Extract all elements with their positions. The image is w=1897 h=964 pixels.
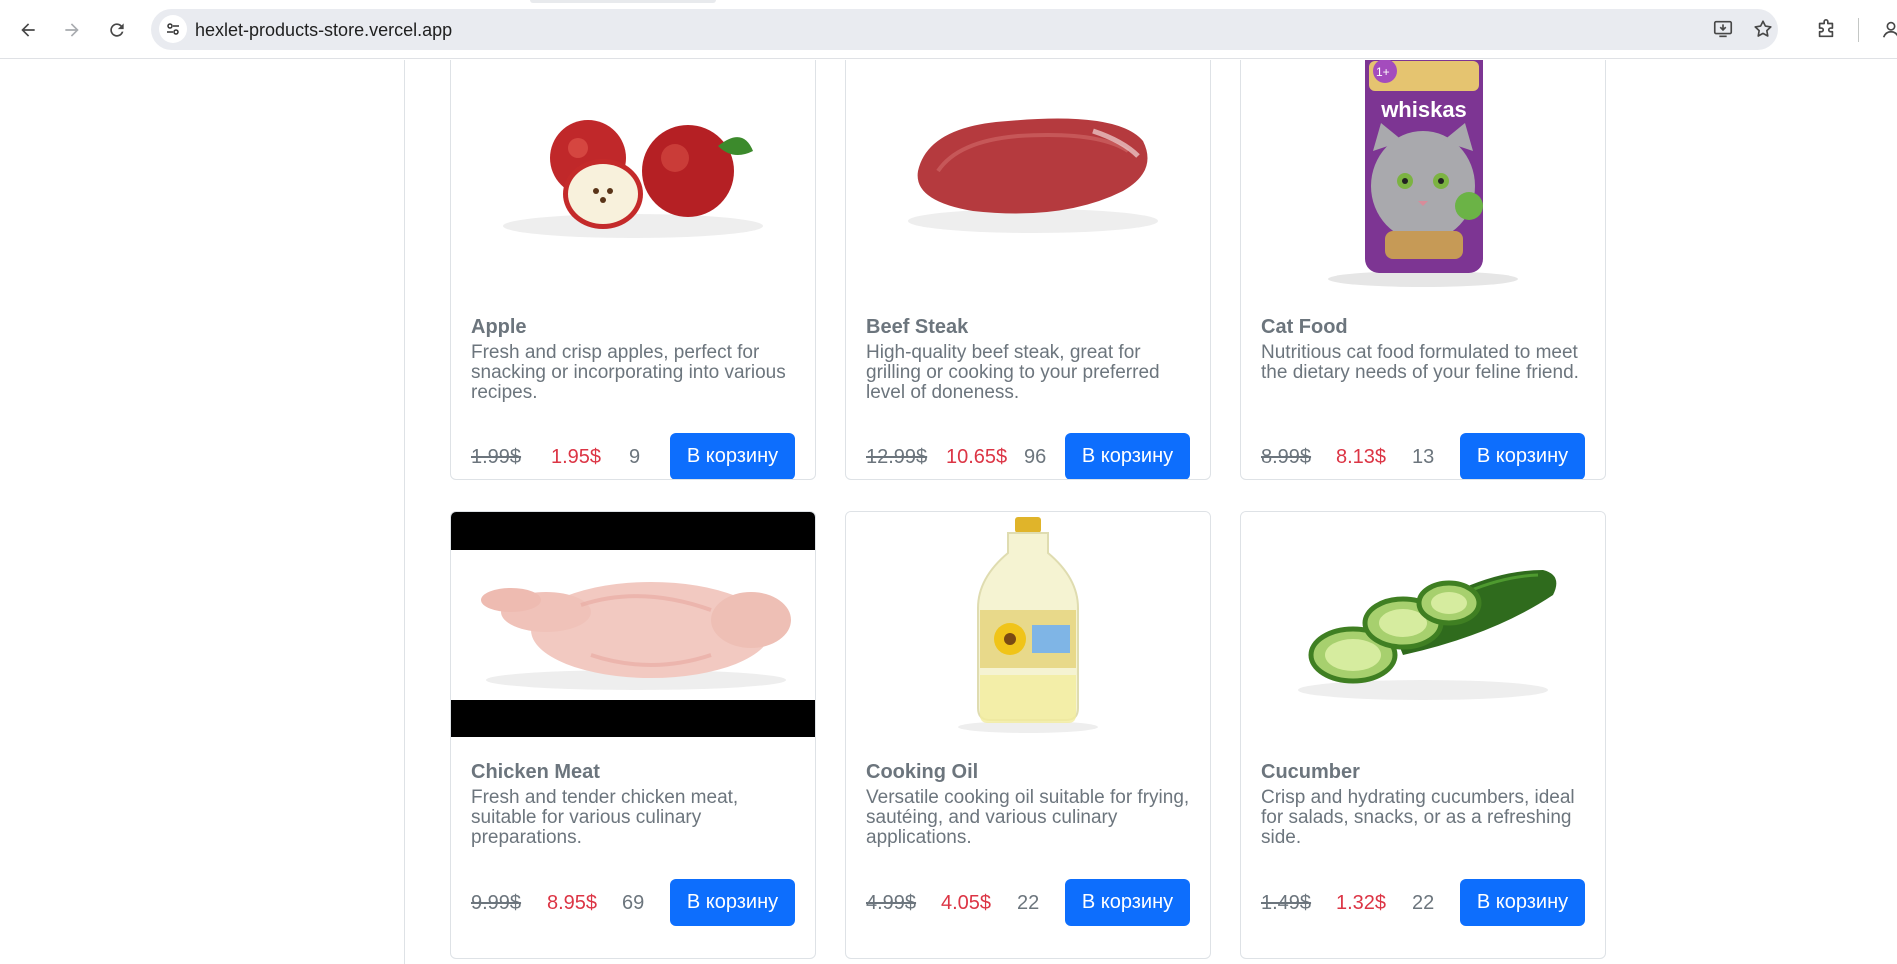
bookmark-button[interactable] [1751,17,1775,41]
old-price: 8.99$ [1261,446,1312,468]
old-price: 1.49$ [1261,892,1312,914]
product-name: Beef Steak [866,316,969,338]
star-icon [1754,20,1772,37]
stock-count: 22 [1017,892,1040,914]
brand-logo-text: whiskas [1380,97,1467,122]
beef-steak-image [908,118,1158,233]
install-app-button[interactable] [1711,17,1735,41]
svg-text:1+: 1+ [1376,65,1390,79]
toolbar-divider [1858,18,1859,42]
product-image-cucumber [1241,512,1605,737]
product-card-beef-steak: Beef Steak High-quality beef steak, grea… [845,60,1211,480]
stock-count: 13 [1412,446,1435,468]
reload-button[interactable] [101,14,133,46]
old-price: 1.99$ [471,446,522,468]
product-name: Apple [471,316,527,338]
chicken-meat-image [451,549,815,700]
old-price: 12.99$ [866,446,928,468]
product-image-chicken-meat [451,512,815,737]
profile-button[interactable] [1878,16,1897,42]
old-price: 4.99$ [866,892,917,914]
product-description: Versatile cooking oil suitable for fryin… [866,787,1190,848]
product-description: Fresh and tender chicken meat, suitable … [471,787,739,848]
product-description: Nutritious cat food formulated to meet t… [1261,342,1579,383]
sidebar-border [404,60,405,964]
product-card-cucumber: Cucumber Crisp and hydrating cucumbers, … [1240,511,1606,959]
product-image-cat-food: 1+ whiskas [1241,60,1605,291]
add-to-cart-button[interactable]: В корзину [1065,433,1190,479]
cucumber-image [1298,569,1557,700]
address-bar[interactable]: hexlet-products-store.vercel.app [151,9,1778,50]
product-name: Cooking Oil [866,761,979,783]
product-image-apple [451,60,815,291]
product-description: Crisp and hydrating cucumbers, ideal for… [1261,787,1575,848]
sale-price: 4.05$ [941,892,992,914]
forward-button[interactable] [56,14,88,46]
add-to-cart-button[interactable]: В корзину [1460,879,1585,926]
add-to-cart-button[interactable]: В корзину [670,433,795,479]
extensions-button[interactable] [1813,16,1839,42]
site-info-button[interactable] [159,15,187,43]
stock-count: 22 [1412,892,1435,914]
sale-price: 8.95$ [547,892,598,914]
stock-count: 9 [629,446,641,468]
product-image-beef-steak [846,60,1210,291]
cooking-oil-bottle-image [958,516,1098,733]
install-icon [1713,20,1733,38]
add-to-cart-button[interactable]: В корзину [670,879,795,926]
add-to-cart-button[interactable]: В корзину [1460,433,1585,479]
tune-icon [167,23,179,35]
cat-food-pouch-image: 1+ whiskas [1328,60,1518,287]
product-description: Fresh and crisp apples, perfect for snac… [471,342,786,403]
back-button[interactable] [12,14,44,46]
sale-price: 10.65$ [946,446,1008,468]
product-name: Chicken Meat [471,761,600,783]
product-image-cooking-oil [846,512,1210,737]
product-card-cooking-oil: Cooking Oil Versatile cooking oil suitab… [845,511,1211,959]
stock-count: 69 [622,892,645,914]
sale-price: 8.13$ [1336,446,1387,468]
puzzle-icon [1818,19,1834,38]
profile-icon [1882,21,1897,38]
active-tab-indicator [530,0,716,3]
sale-price: 1.32$ [1336,892,1387,914]
reload-icon [110,23,124,37]
page-content: Apple Fresh and crisp apples, perfect fo… [0,60,1897,964]
product-name: Cat Food [1261,316,1348,338]
url-text[interactable]: hexlet-products-store.vercel.app [195,20,452,41]
old-price: 9.99$ [471,892,522,914]
product-description: High-quality beef steak, great for grill… [866,342,1160,403]
apple-image [503,120,763,238]
arrow-left-icon [21,23,35,37]
product-card-cat-food: 1+ whiskas Cat Food Nutritious cat food … [1240,60,1606,480]
product-card-chicken-meat: Chicken Meat Fresh and tender chicken me… [450,511,816,959]
add-to-cart-button[interactable]: В корзину [1065,879,1190,926]
arrow-right-icon [65,23,79,37]
browser-toolbar: hexlet-products-store.vercel.app [0,0,1897,59]
sale-price: 1.95$ [551,446,602,468]
product-card-apple: Apple Fresh and crisp apples, perfect fo… [450,60,816,480]
stock-count: 96 [1024,446,1047,468]
product-name: Cucumber [1261,761,1360,783]
